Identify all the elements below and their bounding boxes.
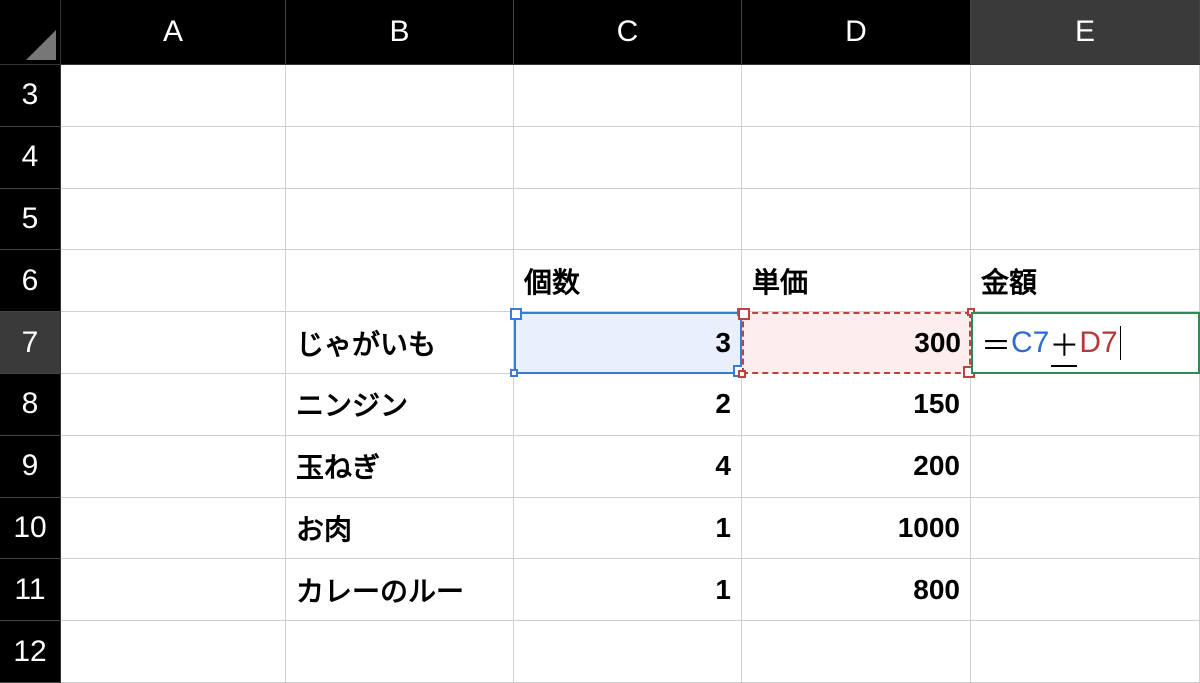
cell-C12[interactable] [514, 621, 742, 683]
row-header-11[interactable]: 11 [0, 559, 61, 621]
cell-E11[interactable] [971, 559, 1200, 621]
cell-B6[interactable] [286, 250, 514, 312]
spreadsheet-grid[interactable]: A B C D E 3 4 5 6 個数 単価 金額 7 じゃがいも 3 300… [0, 0, 1200, 683]
cell-E7-editing[interactable]: ＝C7＋D7 [971, 312, 1200, 374]
cell-B10[interactable]: お肉 [286, 498, 514, 560]
cell-A8[interactable] [61, 374, 286, 436]
column-header-D[interactable]: D [742, 0, 971, 65]
row-header-8[interactable]: 8 [0, 374, 61, 436]
cell-A9[interactable] [61, 436, 286, 498]
cell-D8[interactable]: 150 [742, 374, 971, 436]
cell-A5[interactable] [61, 189, 286, 251]
cell-value: 300 [914, 327, 961, 359]
formula-ref-1: C7 [1011, 326, 1049, 360]
cell-C11[interactable]: 1 [514, 559, 742, 621]
cell-B11[interactable]: カレーのルー [286, 559, 514, 621]
cell-D11[interactable]: 800 [742, 559, 971, 621]
column-header-E[interactable]: E [971, 0, 1200, 65]
cell-E3[interactable] [971, 65, 1200, 127]
cell-C4[interactable] [514, 127, 742, 189]
formula-ref-2: D7 [1079, 326, 1117, 360]
cell-A11[interactable] [61, 559, 286, 621]
row-header-3[interactable]: 3 [0, 65, 61, 127]
row-header-7[interactable]: 7 [0, 312, 61, 374]
cell-B5[interactable] [286, 189, 514, 251]
cell-D4[interactable] [742, 127, 971, 189]
cell-B9[interactable]: 玉ねぎ [286, 436, 514, 498]
cell-A10[interactable] [61, 498, 286, 560]
cell-D5[interactable] [742, 189, 971, 251]
cell-B4[interactable] [286, 127, 514, 189]
cell-B12[interactable] [286, 621, 514, 683]
cell-value: 3 [715, 327, 731, 359]
select-all-triangle-icon [26, 30, 56, 60]
cell-E12[interactable] [971, 621, 1200, 683]
cell-A3[interactable] [61, 65, 286, 127]
cell-C6[interactable]: 個数 [514, 250, 742, 312]
cell-D9[interactable]: 200 [742, 436, 971, 498]
cell-B8[interactable]: ニンジン [286, 374, 514, 436]
cell-C7[interactable]: 3 [514, 312, 742, 374]
cell-A4[interactable] [61, 127, 286, 189]
cell-B7[interactable]: じゃがいも [286, 312, 514, 374]
cell-D3[interactable] [742, 65, 971, 127]
formula-plus: ＋ [1049, 321, 1079, 365]
row-header-9[interactable]: 9 [0, 436, 61, 498]
row-header-6[interactable]: 6 [0, 250, 61, 312]
row-header-5[interactable]: 5 [0, 189, 61, 251]
select-all-corner[interactable] [0, 0, 61, 65]
cell-C3[interactable] [514, 65, 742, 127]
cell-C10[interactable]: 1 [514, 498, 742, 560]
cell-A7[interactable] [61, 312, 286, 374]
row-header-12[interactable]: 12 [0, 621, 61, 683]
selection-handle-icon[interactable] [738, 370, 746, 378]
text-cursor [1120, 326, 1122, 360]
cell-B3[interactable] [286, 65, 514, 127]
cell-E6[interactable]: 金額 [971, 250, 1200, 312]
cell-E9[interactable] [971, 436, 1200, 498]
column-header-A[interactable]: A [61, 0, 286, 65]
cell-D10[interactable]: 1000 [742, 498, 971, 560]
cell-C5[interactable] [514, 189, 742, 251]
cell-D7[interactable]: 300 [742, 312, 971, 374]
cell-E5[interactable] [971, 189, 1200, 251]
column-header-C[interactable]: C [514, 0, 742, 65]
formula-equals: ＝ [981, 321, 1011, 365]
column-header-B[interactable]: B [286, 0, 514, 65]
cell-A12[interactable] [61, 621, 286, 683]
cell-C9[interactable]: 4 [514, 436, 742, 498]
cell-A6[interactable] [61, 250, 286, 312]
cell-E4[interactable] [971, 127, 1200, 189]
cell-D6[interactable]: 単価 [742, 250, 971, 312]
row-header-10[interactable]: 10 [0, 498, 61, 560]
cell-E10[interactable] [971, 498, 1200, 560]
row-header-4[interactable]: 4 [0, 127, 61, 189]
cell-E8[interactable] [971, 374, 1200, 436]
cell-C8[interactable]: 2 [514, 374, 742, 436]
selection-handle-icon[interactable] [510, 369, 518, 377]
cell-D12[interactable] [742, 621, 971, 683]
